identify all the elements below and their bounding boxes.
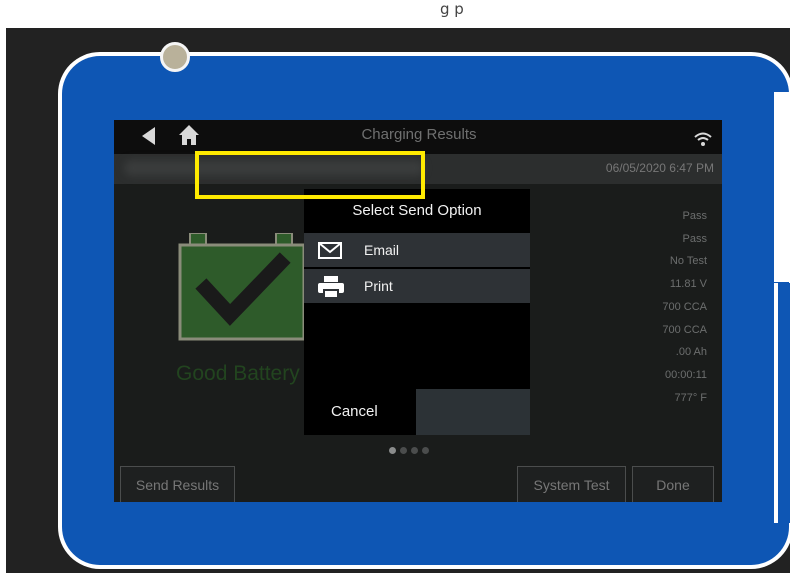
email-option[interactable]: Email [304,233,530,267]
device-knob [160,42,190,72]
results-list: Pass Pass No Test 11.81 V 700 CCA 700 CC… [594,205,707,409]
device-connector-lower [774,283,790,523]
page-dot-active [389,447,396,454]
battery-status: Good Battery [176,362,300,385]
wifi-icon [694,132,712,146]
done-button[interactable]: Done [632,466,714,502]
print-option[interactable]: Print [304,269,530,303]
device-connector [774,92,790,282]
datetime: 06/05/2020 6:47 PM [605,161,714,175]
result-value: 00:00:11 [664,368,707,381]
print-option-label: Print [364,278,393,294]
result-value: No Test [669,255,707,268]
back-arrow-icon[interactable] [142,127,155,145]
home-icon[interactable] [178,124,200,146]
result-value: 700 CCA [662,323,707,336]
print-highlight-box [195,151,425,199]
result-value: Pass [682,232,707,245]
cancel-button[interactable]: Cancel [304,389,416,435]
system-test-button[interactable]: System Test [517,466,626,502]
result-value: 777° F [674,391,707,404]
page-dot [400,447,407,454]
top-caption: g p [440,0,464,18]
result-value: 700 CCA [662,300,707,313]
result-value: .00 Ah [675,346,707,359]
result-value: 11.81 V [669,278,707,291]
printer-icon [318,276,344,298]
page-dot [422,447,429,454]
send-results-button[interactable]: Send Results [120,466,235,502]
result-value: Pass [682,210,707,222]
dialog-title: Select Send Option [352,202,482,219]
email-icon [318,242,342,259]
email-option-label: Email [364,242,400,258]
page-indicator [389,439,449,454]
dialog-button-blank [416,389,530,435]
page-dot [411,447,418,454]
send-option-dialog: Select Send Option Email Print Cancel [304,189,530,435]
screen-title: Charging Results [361,126,477,143]
battery-check-icon [178,233,306,341]
